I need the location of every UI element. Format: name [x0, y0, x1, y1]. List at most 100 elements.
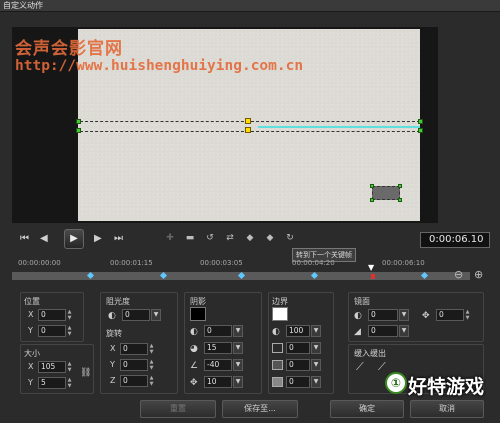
dropdown-icon[interactable]: ▼ [311, 325, 321, 337]
zoom-out-icon[interactable]: ⊖ [454, 268, 463, 281]
next-keyframe-icon[interactable]: ◆ [262, 230, 278, 246]
playhead-icon[interactable]: ▼ [368, 264, 378, 272]
keyframe-marker[interactable] [160, 271, 168, 280]
border-label: 边界 [272, 297, 288, 306]
shadow-opacity-field[interactable]: 0 [204, 325, 232, 337]
spin-icon[interactable]: ▲ ▼ [148, 375, 155, 387]
spin-icon[interactable]: ▲ ▼ [66, 377, 73, 389]
rotation-x-field[interactable]: 0 [120, 343, 148, 355]
end-position-box[interactable] [372, 186, 400, 200]
dropdown-icon[interactable]: ▼ [233, 376, 243, 388]
shadow-distance-field[interactable]: 10 [204, 376, 232, 388]
delete-keyframe-icon[interactable]: ▬ [182, 230, 198, 246]
next-frame-icon[interactable]: ▶ [94, 232, 102, 246]
resize-handle-left-top[interactable] [76, 119, 81, 124]
mirror-field-2[interactable]: 0 [436, 309, 464, 321]
prev-keyframe-icon[interactable]: ◆ [242, 230, 258, 246]
reset-button[interactable]: 重置 [140, 400, 216, 418]
home-icon[interactable]: ⏮ [20, 232, 29, 246]
resize-handle-left-bottom[interactable] [76, 128, 81, 133]
keyframe-marker[interactable] [86, 271, 94, 280]
reverse-keyframe-icon[interactable]: ↺ [202, 230, 218, 246]
spin-icon[interactable]: ▲ ▼ [148, 343, 155, 355]
mirror-distance-icon: ✥ [422, 311, 430, 321]
border-transparency-field[interactable]: 100 [286, 325, 310, 337]
box-handle[interactable] [370, 184, 374, 188]
resize-handle-center-bottom[interactable] [245, 127, 251, 133]
rotation-label: 旋转 [106, 329, 122, 338]
cancel-button[interactable]: 取消 [410, 400, 484, 418]
spin-icon[interactable]: ▲ ▼ [464, 309, 471, 321]
logo-badge: ① [385, 372, 407, 394]
shadow-color-swatch[interactable] [190, 307, 206, 321]
axis-y-label: Y [110, 360, 115, 369]
dropdown-icon[interactable]: ▼ [233, 342, 243, 354]
axis-x-label: X [28, 310, 34, 319]
dropdown-icon[interactable]: ▼ [233, 359, 243, 371]
timeline-ruler: 00:00:00:00 00:00:01:15 00:00:03:05 00:0… [12, 258, 470, 270]
resize-handle-center-top[interactable] [245, 118, 251, 124]
keyframe-marker[interactable] [421, 271, 429, 280]
dropdown-icon[interactable]: ▼ [311, 359, 321, 371]
border-field-1[interactable]: 0 [286, 342, 310, 354]
spin-icon[interactable]: ▲ ▼ [148, 359, 155, 371]
shadow-blur-field[interactable]: 15 [204, 342, 232, 354]
dropdown-icon[interactable]: ▼ [399, 325, 409, 337]
size-x-field[interactable]: 105 [38, 361, 66, 373]
dropdown-icon[interactable]: ▼ [399, 309, 409, 321]
tick-label: 00:00:06:10 [382, 259, 425, 267]
opacity-label: 阻光度 [106, 297, 130, 306]
axis-x-label: X [28, 362, 34, 371]
opacity-field[interactable]: 0 [122, 309, 150, 321]
mirror-field-3[interactable]: 0 [368, 325, 398, 337]
shadow-angle-field[interactable]: -40 [204, 359, 232, 371]
box-handle[interactable] [398, 184, 402, 188]
border-transparency-icon: ◐ [272, 327, 280, 337]
add-keyframe-icon[interactable]: ✚ [162, 230, 178, 246]
dropdown-icon[interactable]: ▼ [233, 325, 243, 337]
spin-icon[interactable]: ▲ ▼ [66, 309, 73, 321]
box-handle[interactable] [370, 198, 374, 202]
position-x-field[interactable]: 0 [38, 309, 66, 321]
axis-x-label: X [110, 344, 116, 353]
ease-out-icon[interactable]: ⟋ [378, 361, 386, 372]
ease-in-icon[interactable]: ⟋ [356, 361, 364, 372]
border-color-swatch[interactable] [272, 307, 288, 321]
ease-label: 缓入缓出 [354, 349, 386, 358]
keyframe-track[interactable] [12, 271, 470, 280]
border-field-3[interactable]: 0 [286, 376, 310, 388]
ok-button[interactable]: 确定 [330, 400, 404, 418]
watermark-title: 会声会影官网 [15, 39, 123, 59]
resize-handle-right-bottom[interactable] [418, 128, 423, 133]
position-label: 位置 [24, 297, 40, 306]
mirror-field-1[interactable]: 0 [368, 309, 398, 321]
keyframe-marker[interactable] [237, 271, 246, 280]
timecode-display[interactable]: 0:00:06.10 [420, 232, 490, 248]
box-handle[interactable] [398, 198, 402, 202]
border-fill-icon [272, 377, 283, 387]
keyframe-marker[interactable] [311, 271, 319, 280]
border-field-2[interactable]: 0 [286, 359, 310, 371]
prev-frame-icon[interactable]: ◀ [40, 232, 48, 246]
go-next-keyframe-icon[interactable]: ↻ [282, 230, 298, 246]
spin-icon[interactable]: ▲ ▼ [66, 325, 73, 337]
end-icon[interactable]: ⏭ [114, 232, 123, 246]
position-y-field[interactable]: 0 [38, 325, 66, 337]
shadow-label: 阴影 [190, 297, 206, 306]
current-keyframe-marker [371, 274, 375, 279]
zoom-in-icon[interactable]: ⊕ [474, 268, 483, 281]
save-as-button[interactable]: 保存至... [222, 400, 298, 418]
tick-label: 00:00:03:05 [200, 259, 243, 267]
rotation-z-field[interactable]: 0 [120, 375, 148, 387]
size-y-field[interactable]: 5 [38, 377, 66, 389]
dropdown-icon[interactable]: ▼ [311, 342, 321, 354]
spin-icon[interactable]: ▲ ▼ [66, 361, 73, 373]
rotation-y-field[interactable]: 0 [120, 359, 148, 371]
tick-label: 00:00:00:00 [18, 259, 61, 267]
resize-handle-right-top[interactable] [418, 119, 423, 124]
move-keyframe-icon[interactable]: ⇄ [222, 230, 238, 246]
dropdown-icon[interactable]: ▼ [151, 309, 161, 321]
play-icon[interactable]: ▶ [64, 229, 84, 249]
link-icon[interactable]: ⛓ [80, 368, 91, 378]
dropdown-icon[interactable]: ▼ [311, 376, 321, 388]
